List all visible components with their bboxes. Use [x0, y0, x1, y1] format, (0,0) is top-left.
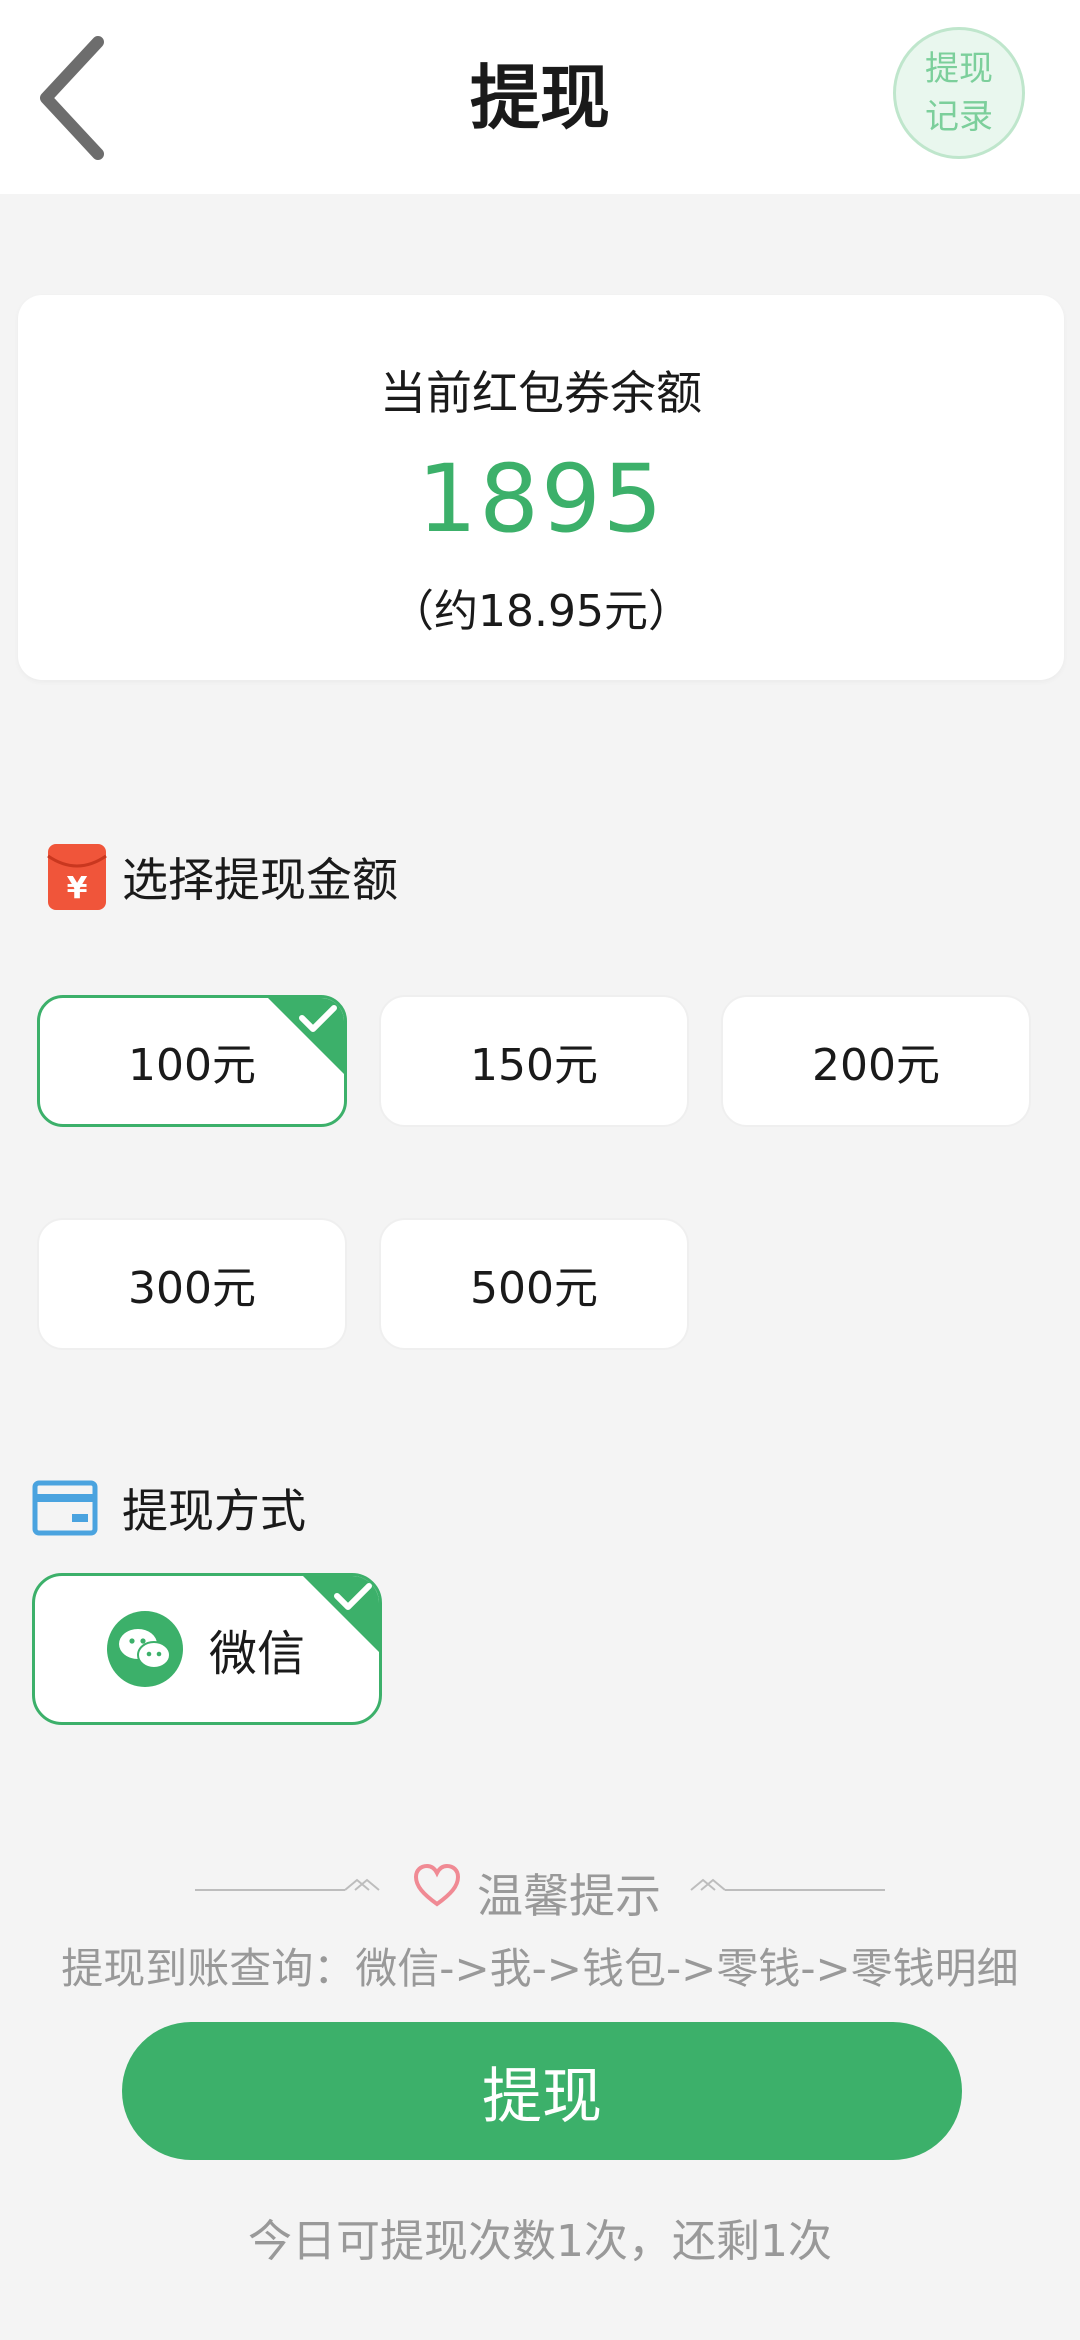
wechat-label: 微信 [209, 1626, 306, 1682]
record-label-line2: 记录 [925, 97, 993, 137]
withdraw-button[interactable]: 提现 [122, 2022, 962, 2160]
withdraw-record-button[interactable]: 提现 记录 [893, 27, 1025, 159]
tips-title: 温馨提示 [477, 1869, 661, 1923]
amount-option-200[interactable]: 200元 [721, 995, 1031, 1127]
heart-icon [413, 1864, 461, 1907]
amount-option-100[interactable]: 100元 [37, 995, 347, 1127]
check-icon [303, 1576, 379, 1652]
method-section-title: 提现方式 [122, 1484, 306, 1538]
wechat-method-option[interactable]: 微信 [32, 1573, 382, 1725]
balance-card: 当前红包券余额 1895 （约18.95元） [18, 295, 1064, 680]
amount-option-label: 200元 [812, 1040, 940, 1091]
svg-text:¥: ¥ [67, 871, 88, 906]
wechat-icon [107, 1611, 183, 1687]
amount-option-label: 150元 [470, 1040, 598, 1091]
balance-approx: （约18.95元） [390, 586, 692, 637]
method-section-header: 提现方式 [32, 1475, 306, 1541]
card-icon [32, 1480, 98, 1536]
amount-option-label: 300元 [128, 1263, 256, 1314]
record-label-line1: 提现 [925, 49, 993, 89]
tips-text: 提现到账查询：微信->我->钱包->零钱->零钱明细 [61, 1944, 1019, 1993]
check-icon [268, 998, 344, 1074]
amount-option-150[interactable]: 150元 [379, 995, 689, 1127]
remaining-count-text: 今日可提现次数1次，还剩1次 [248, 2216, 832, 2267]
amount-section-title: 选择提现金额 [122, 853, 398, 907]
balance-label: 当前红包券余额 [380, 366, 702, 420]
amount-option-label: 500元 [470, 1263, 598, 1314]
amount-option-label: 100元 [128, 1040, 256, 1091]
top-bar: 提现 提现 记录 [0, 0, 1080, 194]
tips-header: 温馨提示 [195, 1852, 885, 1923]
amount-option-500[interactable]: 500元 [379, 1218, 689, 1350]
amount-option-300[interactable]: 300元 [37, 1218, 347, 1350]
red-envelope-icon: ¥ [47, 844, 107, 910]
amount-section-header: ¥ 选择提现金额 [46, 842, 398, 912]
balance-value: 1895 [417, 445, 665, 554]
